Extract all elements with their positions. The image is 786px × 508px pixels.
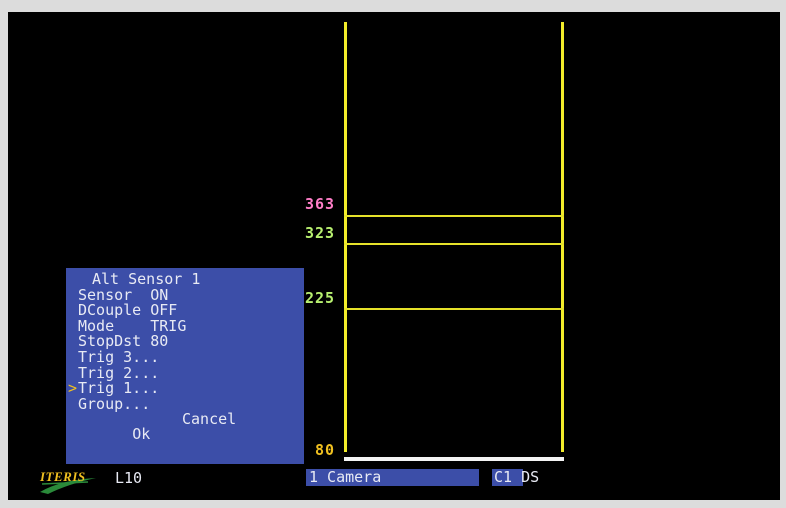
trigger-line-225[interactable] [344,308,564,310]
lane-line-right [561,22,564,452]
mode-label: DS [521,468,540,486]
menu-actions: Ok Cancel [78,412,304,442]
iteris-logo-text: ITERIS [40,469,86,484]
alt-sensor-menu: Alt Sensor 1 Sensor ON DCouple OFF Mode … [66,268,304,464]
lane-label: L10 [115,469,143,487]
lane-line-left [344,22,347,452]
ok-button[interactable]: Ok [132,425,150,443]
cancel-button[interactable]: Cancel [182,412,236,427]
trigger-line-363[interactable] [344,215,564,217]
camera-display: 363 323 225 80 Alt Sensor 1 Sensor ON DC… [8,12,780,500]
menu-item-label: Group... [78,394,151,413]
selection-cursor-icon: > [68,379,78,398]
trigger-line-323[interactable] [344,243,564,245]
distance-label-363: 363 [305,195,336,213]
camera-status: C1 DS [494,469,539,486]
distance-label-80: 80 [315,441,336,459]
distance-label-323: 323 [305,224,336,242]
distance-label-225: 225 [305,289,336,307]
stop-baseline [344,457,564,461]
channel-label: C1 [494,468,513,486]
camera-selector[interactable]: 1 Camera [306,469,479,486]
